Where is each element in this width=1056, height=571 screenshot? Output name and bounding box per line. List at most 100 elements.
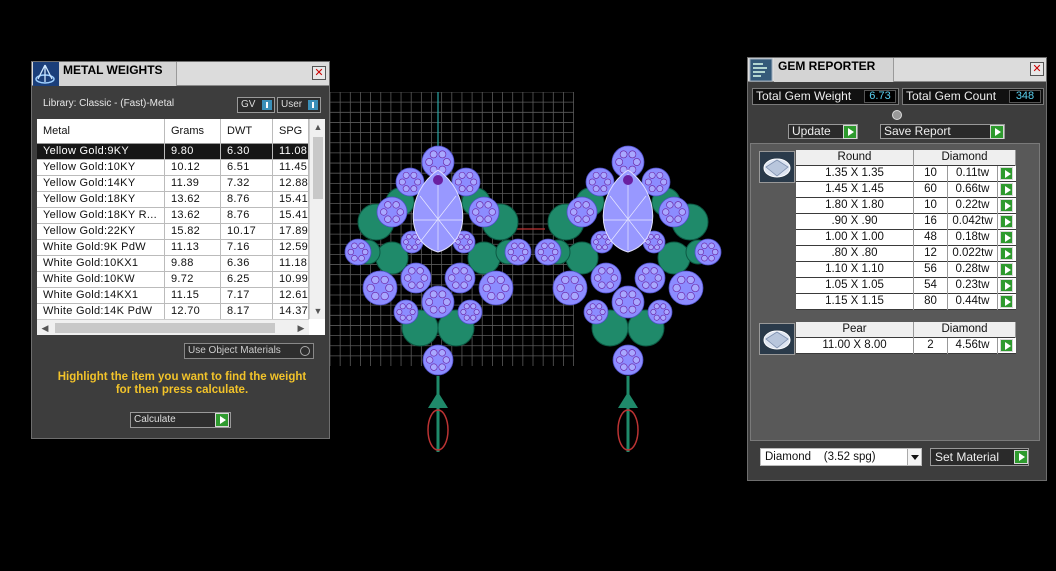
right-earring[interactable] xyxy=(534,145,722,452)
gem-row[interactable]: 1.10 X 1.10 56 0.28tw xyxy=(796,262,1016,278)
update-button[interactable]: Update xyxy=(788,124,858,139)
select-gem-button[interactable] xyxy=(998,262,1016,278)
3d-viewport[interactable] xyxy=(329,91,730,462)
gem-material: Diamond xyxy=(914,322,1016,338)
library-label: Library: Classic - (Fast)-Metal xyxy=(43,98,175,109)
gem-size: 1.45 X 1.45 xyxy=(796,182,914,198)
select-gem-button[interactable] xyxy=(998,294,1016,310)
metal-weights-titlebar[interactable]: METAL WEIGHTS ✕ xyxy=(32,62,329,86)
select-gem-button[interactable] xyxy=(998,278,1016,294)
metal-table-row[interactable]: Yellow Gold:14KY 11.39 7.32 12.88 xyxy=(37,176,309,192)
vertical-scroll-thumb[interactable] xyxy=(313,137,323,199)
select-gem-button[interactable] xyxy=(998,166,1016,182)
metal-table-vertical-scrollbar[interactable]: ▲ ▼ xyxy=(309,119,325,319)
metal-cell: Yellow Gold:22KY xyxy=(37,224,165,240)
calculate-button[interactable]: Calculate xyxy=(130,412,231,428)
scroll-right-icon[interactable]: ▶ xyxy=(293,320,309,335)
gem-row[interactable]: 1.80 X 1.80 10 0.22tw xyxy=(796,198,1016,214)
gv-indicator-icon xyxy=(262,100,272,110)
column-header-spg[interactable]: SPG xyxy=(273,119,309,144)
gem-size: 11.00 X 8.00 xyxy=(796,338,914,354)
panel-split-handle[interactable] xyxy=(892,110,902,120)
metal-table[interactable]: Metal Grams DWT SPG Yellow Gold:9KY 9.80 6… xyxy=(37,119,325,335)
material-select-value: Diamond (3.52 spg) xyxy=(765,451,876,463)
gem-count: 10 xyxy=(914,198,948,214)
dwt-cell: 6.25 xyxy=(221,272,273,288)
play-arrow-icon xyxy=(1000,279,1013,292)
select-gem-button[interactable] xyxy=(998,214,1016,230)
gem-row[interactable]: 11.00 X 8.00 2 4.56tw xyxy=(796,338,1016,354)
gem-row[interactable]: 1.15 X 1.15 80 0.44tw xyxy=(796,294,1016,310)
save-report-button[interactable]: Save Report xyxy=(880,124,1005,139)
gem-weight: 0.18tw xyxy=(948,230,998,246)
select-gem-button[interactable] xyxy=(998,338,1016,354)
gem-reporter-titlebar[interactable]: GEM REPORTER ✕ xyxy=(748,58,1046,82)
gem-count: 12 xyxy=(914,246,948,262)
metal-table-row[interactable]: White Gold:14K PdW 12.70 8.17 14.37 xyxy=(37,304,309,320)
horizontal-scroll-thumb[interactable] xyxy=(55,323,275,333)
gem-row[interactable]: 1.45 X 1.45 60 0.66tw xyxy=(796,182,1016,198)
radio-icon xyxy=(300,346,310,356)
user-toggle[interactable]: User xyxy=(277,97,321,113)
gem-row[interactable]: 1.05 X 1.05 54 0.23tw xyxy=(796,278,1016,294)
metal-table-row[interactable]: White Gold:10KW 9.72 6.25 10.99 xyxy=(37,272,309,288)
gv-toggle[interactable]: GV xyxy=(237,97,275,113)
metal-cell: Yellow Gold:9KY xyxy=(37,144,165,160)
dwt-cell: 10.17 xyxy=(221,224,273,240)
metal-weights-close-button[interactable]: ✕ xyxy=(312,66,326,80)
play-arrow-icon xyxy=(1000,215,1013,228)
metal-table-row[interactable]: White Gold:9K PdW 11.13 7.16 12.59 xyxy=(37,240,309,256)
gem-size: .80 X .80 xyxy=(796,246,914,262)
metal-table-row[interactable]: Yellow Gold:18KY R... 13.62 8.76 15.41 xyxy=(37,208,309,224)
metal-table-row[interactable]: White Gold:14KX1 11.15 7.17 12.61 xyxy=(37,288,309,304)
use-object-materials-toggle[interactable]: Use Object Materials xyxy=(184,343,314,359)
metal-table-body: Yellow Gold:9KY 9.80 6.30 11.08 Yellow Gold:… xyxy=(37,144,309,320)
gem-group-header: Round Diamond xyxy=(796,150,1016,166)
gem-row[interactable]: .90 X .90 16 0.042tw xyxy=(796,214,1016,230)
scroll-left-icon[interactable]: ◀ xyxy=(37,320,53,335)
grams-cell: 9.80 xyxy=(165,144,221,160)
play-arrow-icon xyxy=(1014,450,1028,464)
total-gem-weight-value: 6.73 xyxy=(864,90,896,103)
column-header-dwt[interactable]: DWT xyxy=(221,119,273,144)
set-material-button[interactable]: Set Material xyxy=(930,448,1029,466)
play-arrow-icon xyxy=(1000,339,1013,352)
chevron-down-icon[interactable] xyxy=(907,449,921,465)
select-gem-button[interactable] xyxy=(998,182,1016,198)
metal-table-row[interactable]: Yellow Gold:9KY 9.80 6.30 11.08 xyxy=(37,144,309,160)
pear-gem-icon xyxy=(759,323,795,355)
metal-table-row[interactable]: White Gold:10KX1 9.88 6.36 11.18 xyxy=(37,256,309,272)
select-gem-button[interactable] xyxy=(998,246,1016,262)
gem-row[interactable]: 1.00 X 1.00 48 0.18tw xyxy=(796,230,1016,246)
gem-row[interactable]: 1.35 X 1.35 10 0.11tw xyxy=(796,166,1016,182)
metal-table-row[interactable]: Yellow Gold:18KY 13.62 8.76 15.41 xyxy=(37,192,309,208)
gem-row[interactable]: .80 X .80 12 0.022tw xyxy=(796,246,1016,262)
grams-cell: 13.62 xyxy=(165,192,221,208)
select-gem-button[interactable] xyxy=(998,230,1016,246)
metal-cell: Yellow Gold:10KY xyxy=(37,160,165,176)
gem-weight: 0.44tw xyxy=(948,294,998,310)
gem-group-table: Round Diamond 1.35 X 1.35 10 0.11tw 1.45 X 1.… xyxy=(796,150,1016,310)
metal-table-row[interactable]: Yellow Gold:10KY 10.12 6.51 11.45 xyxy=(37,160,309,176)
column-header-grams[interactable]: Grams xyxy=(165,119,221,144)
material-select[interactable]: Diamond (3.52 spg) xyxy=(760,448,922,466)
column-header-metal[interactable]: Metal xyxy=(37,119,165,144)
gem-reporter-close-button[interactable]: ✕ xyxy=(1030,62,1044,76)
metal-weights-icon xyxy=(33,62,59,86)
gem-count: 2 xyxy=(914,338,948,354)
gem-weight: 0.11tw xyxy=(948,166,998,182)
grams-cell: 10.12 xyxy=(165,160,221,176)
dwt-cell: 7.32 xyxy=(221,176,273,192)
gv-toggle-label: GV xyxy=(241,99,256,110)
instruction-line-1: Highlight the item you want to find the … xyxy=(57,371,307,383)
gem-size: 1.00 X 1.00 xyxy=(796,230,914,246)
metal-table-row[interactable]: Yellow Gold:22KY 15.82 10.17 17.89 xyxy=(37,224,309,240)
metal-table-horizontal-scrollbar[interactable]: ◀ ▶ xyxy=(37,319,309,335)
select-gem-button[interactable] xyxy=(998,198,1016,214)
gem-shape: Pear xyxy=(796,322,914,338)
gem-reporter-panel: GEM REPORTER ✕ Total Gem Weight 6.73 Tot… xyxy=(747,57,1047,481)
scroll-down-icon[interactable]: ▼ xyxy=(310,303,325,319)
viewport-canvas[interactable] xyxy=(329,91,730,462)
left-earring[interactable] xyxy=(344,145,532,452)
scroll-up-icon[interactable]: ▲ xyxy=(310,119,325,135)
